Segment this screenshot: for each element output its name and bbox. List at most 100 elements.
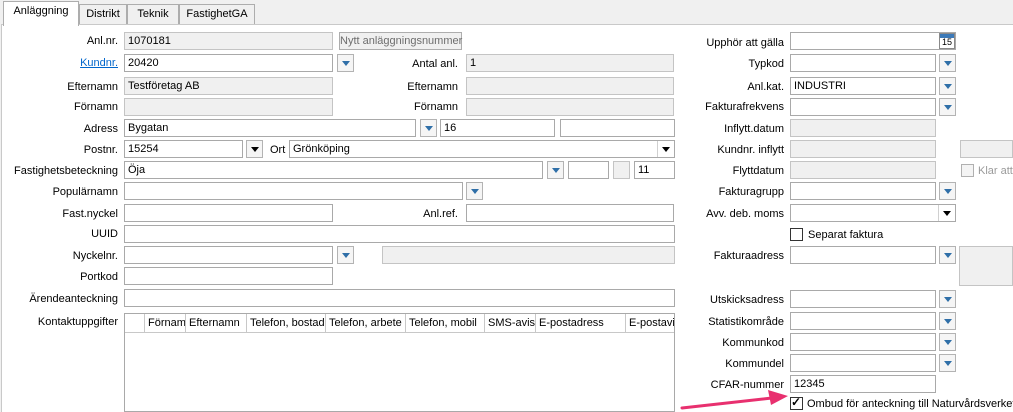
col-epostadress[interactable]: E-postadress — [536, 314, 626, 333]
inflyttdatum-field — [790, 119, 936, 137]
postnr-field[interactable]: 15254 — [124, 140, 243, 158]
ombud-label: Ombud för anteckning till Naturvårdsverk… — [807, 398, 1013, 410]
fastighet-field[interactable]: Öja — [124, 161, 543, 179]
anlref-label: Anl.ref. — [423, 208, 458, 220]
col-telefon-mobil[interactable]: Telefon, mobil — [406, 314, 485, 333]
fakturaadress-field[interactable] — [790, 246, 936, 264]
efternamn-field: Testföretag AB — [124, 77, 333, 95]
col-sms-avisering[interactable]: SMS-avisering — [485, 314, 536, 333]
kommunkod-field[interactable] — [790, 333, 936, 351]
typkod-label: Typkod — [748, 58, 784, 70]
arendeanteckning-label: Ärendeanteckning — [29, 293, 118, 305]
fakturaadress-dropdown-icon[interactable] — [939, 246, 956, 264]
fastighet-part3-field — [613, 161, 630, 179]
flyttdatum-field — [790, 161, 936, 179]
annotation-arrow-icon — [680, 390, 788, 410]
fakturafrekvens-dropdown-icon[interactable] — [939, 98, 956, 116]
fastighet-dropdown-icon[interactable] — [547, 161, 564, 179]
statistikomrade-label: Statistikområde — [708, 316, 784, 328]
fastighet-part4-field[interactable]: 11 — [634, 161, 675, 179]
utskicksadress-field[interactable] — [790, 290, 936, 308]
popularnamn-dropdown-icon[interactable] — [466, 182, 483, 200]
new-number-button[interactable]: Nytt anläggningsnummer — [339, 32, 462, 50]
check-icon: ✓ — [791, 395, 802, 409]
ort-field[interactable]: Grönköping — [289, 140, 675, 158]
utskicksadress-label: Utskicksadress — [710, 294, 784, 306]
fastnyckel-field[interactable] — [124, 204, 333, 222]
kommundel-label: Kommundel — [725, 358, 784, 370]
statistikomrade-field[interactable] — [790, 312, 936, 330]
adress-number-field[interactable]: 16 — [440, 119, 555, 137]
col-telefon-arbete[interactable]: Telefon, arbete — [326, 314, 406, 333]
avv-deb-moms-field[interactable] — [790, 204, 956, 222]
tab-fastighetga[interactable]: FastighetGA — [179, 4, 255, 25]
contacts-grid-corner — [125, 314, 145, 333]
avv-deb-moms-label: Avv. deb. moms — [706, 208, 784, 220]
fakturagrupp-label: Fakturagrupp — [718, 186, 784, 198]
col-fornamn[interactable]: Förnamn — [145, 314, 186, 333]
kundnr-dropdown-icon[interactable] — [337, 54, 354, 72]
anlkat-field[interactable]: INDUSTRI — [790, 77, 936, 95]
portkod-field[interactable] — [124, 267, 333, 285]
kundnr-field[interactable]: 20420 — [124, 54, 333, 72]
fornamn2-field — [466, 98, 674, 116]
fakturaadress-label: Fakturaadress — [713, 250, 784, 262]
typkod-dropdown-icon[interactable] — [939, 54, 956, 72]
col-telefon-bostad[interactable]: Telefon, bostad — [247, 314, 326, 333]
separat-faktura-checkbox[interactable] — [790, 228, 803, 241]
calendar-icon[interactable]: 15 — [939, 33, 955, 49]
adress-dropdown-icon[interactable] — [420, 119, 437, 137]
nyckelnr-dropdown-icon[interactable] — [337, 246, 354, 264]
tab-anlaggning[interactable]: Anläggning — [3, 1, 79, 26]
kundnr-inflytt-extra-field — [960, 140, 1013, 158]
anlkat-label: Anl.kat. — [747, 81, 784, 93]
fakturagrupp-field[interactable] — [790, 182, 936, 200]
flyttdatum-label: Flyttdatum — [732, 165, 784, 177]
typkod-field[interactable] — [790, 54, 936, 72]
efternamn2-field — [466, 77, 674, 95]
adress-street-field[interactable]: Bygatan — [124, 119, 416, 137]
contacts-grid[interactable]: Förnamn Efternamn Telefon, bostad Telefo… — [124, 313, 675, 412]
kundnr-inflytt-field — [790, 140, 936, 158]
col-epostavisering[interactable]: E-postavisering — [626, 314, 674, 333]
statistikomrade-dropdown-icon[interactable] — [939, 312, 956, 330]
avv-deb-moms-dropdown-icon[interactable] — [938, 205, 955, 221]
fastighet-label: Fastighetsbeteckning — [14, 165, 118, 177]
adress-label: Adress — [83, 123, 118, 135]
popularnamn-field[interactable] — [124, 182, 463, 200]
anlref-field[interactable] — [466, 204, 674, 222]
fakturagrupp-dropdown-icon[interactable] — [939, 182, 956, 200]
efternamn2-label: Efternamn — [407, 81, 458, 93]
postnr-label: Postnr. — [83, 144, 118, 156]
ort-dropdown-icon[interactable] — [657, 141, 674, 157]
col-efternamn[interactable]: Efternamn — [186, 314, 247, 333]
tab-distrikt[interactable]: Distrikt — [79, 4, 127, 25]
nyckelnr-label: Nyckelnr. — [72, 250, 118, 262]
kommundel-dropdown-icon[interactable] — [939, 354, 956, 372]
fornamn2-label: Förnamn — [413, 101, 458, 113]
fakturafrekvens-field[interactable] — [790, 98, 936, 116]
uuid-label: UUID — [91, 228, 118, 240]
cfar-field[interactable]: 12345 — [790, 375, 936, 393]
anlnr-label: Anl.nr. — [86, 35, 118, 47]
anlkat-dropdown-icon[interactable] — [939, 77, 956, 95]
fastighet-part2-field[interactable] — [568, 161, 609, 179]
ombud-checkbox[interactable]: ✓ — [790, 395, 803, 410]
antal-anl-field: 1 — [466, 54, 674, 72]
kundnr-link[interactable]: Kundnr. — [40, 56, 118, 70]
tab-teknik[interactable]: Teknik — [127, 4, 179, 25]
adress-extra-field[interactable] — [560, 119, 675, 137]
arendeanteckning-field[interactable] — [124, 289, 675, 307]
kommundel-field[interactable] — [790, 354, 936, 372]
popularnamn-label: Populärnamn — [52, 186, 118, 198]
upphor-field[interactable] — [790, 32, 956, 50]
kommunkod-dropdown-icon[interactable] — [939, 333, 956, 351]
uuid-field[interactable] — [124, 225, 675, 243]
utskicksadress-dropdown-icon[interactable] — [939, 290, 956, 308]
fakturafrekvens-label: Fakturafrekvens — [705, 101, 784, 113]
postnr-dropdown-icon[interactable] — [246, 140, 263, 158]
calendar-day: 15 — [941, 37, 952, 47]
tab-bar: Anläggning Distrikt Teknik FastighetGA — [0, 0, 1013, 26]
nyckelnr-field[interactable] — [124, 246, 333, 264]
kommunkod-label: Kommunkod — [722, 337, 784, 349]
